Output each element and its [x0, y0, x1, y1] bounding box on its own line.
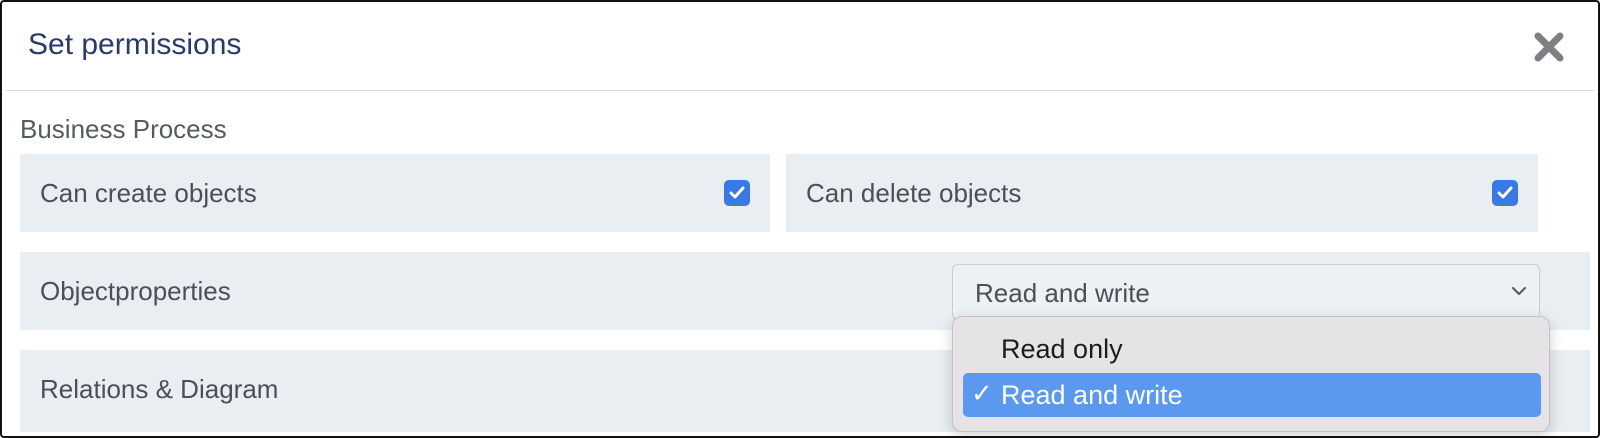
checkmark-icon [729, 186, 745, 199]
check-icon: ✓ [971, 379, 993, 409]
object-properties-select-value: Read and write [975, 278, 1150, 308]
chevron-down-icon [1512, 287, 1526, 295]
object-properties-select[interactable]: Read and write [952, 264, 1540, 320]
dropdown-option-read-and-write[interactable]: ✓ Read and write [963, 373, 1541, 417]
section-label: Business Process [20, 114, 227, 144]
close-icon[interactable] [1532, 30, 1566, 64]
relations-diagram-label: Relations & Diagram [40, 374, 279, 404]
can-delete-panel: Can delete objects [786, 154, 1538, 232]
can-delete-label: Can delete objects [806, 178, 1022, 208]
dialog-header: Set permissions [6, 6, 1594, 91]
can-create-checkbox[interactable] [724, 180, 750, 206]
can-delete-checkbox[interactable] [1492, 180, 1518, 206]
dropdown-menu: Read only ✓ Read and write [952, 316, 1550, 432]
screenshot-frame: Set permissions Business Process Can cre… [0, 0, 1600, 438]
checkmark-icon [1497, 186, 1513, 199]
object-properties-label: Objectproperties [40, 276, 231, 306]
can-create-panel: Can create objects [20, 154, 770, 232]
dropdown-option-label: Read and write [1001, 380, 1183, 410]
dialog-title: Set permissions [28, 28, 242, 61]
dropdown-option-read-only[interactable]: Read only [963, 327, 1541, 371]
can-create-label: Can create objects [40, 178, 257, 208]
dropdown-option-label: Read only [1001, 334, 1123, 364]
